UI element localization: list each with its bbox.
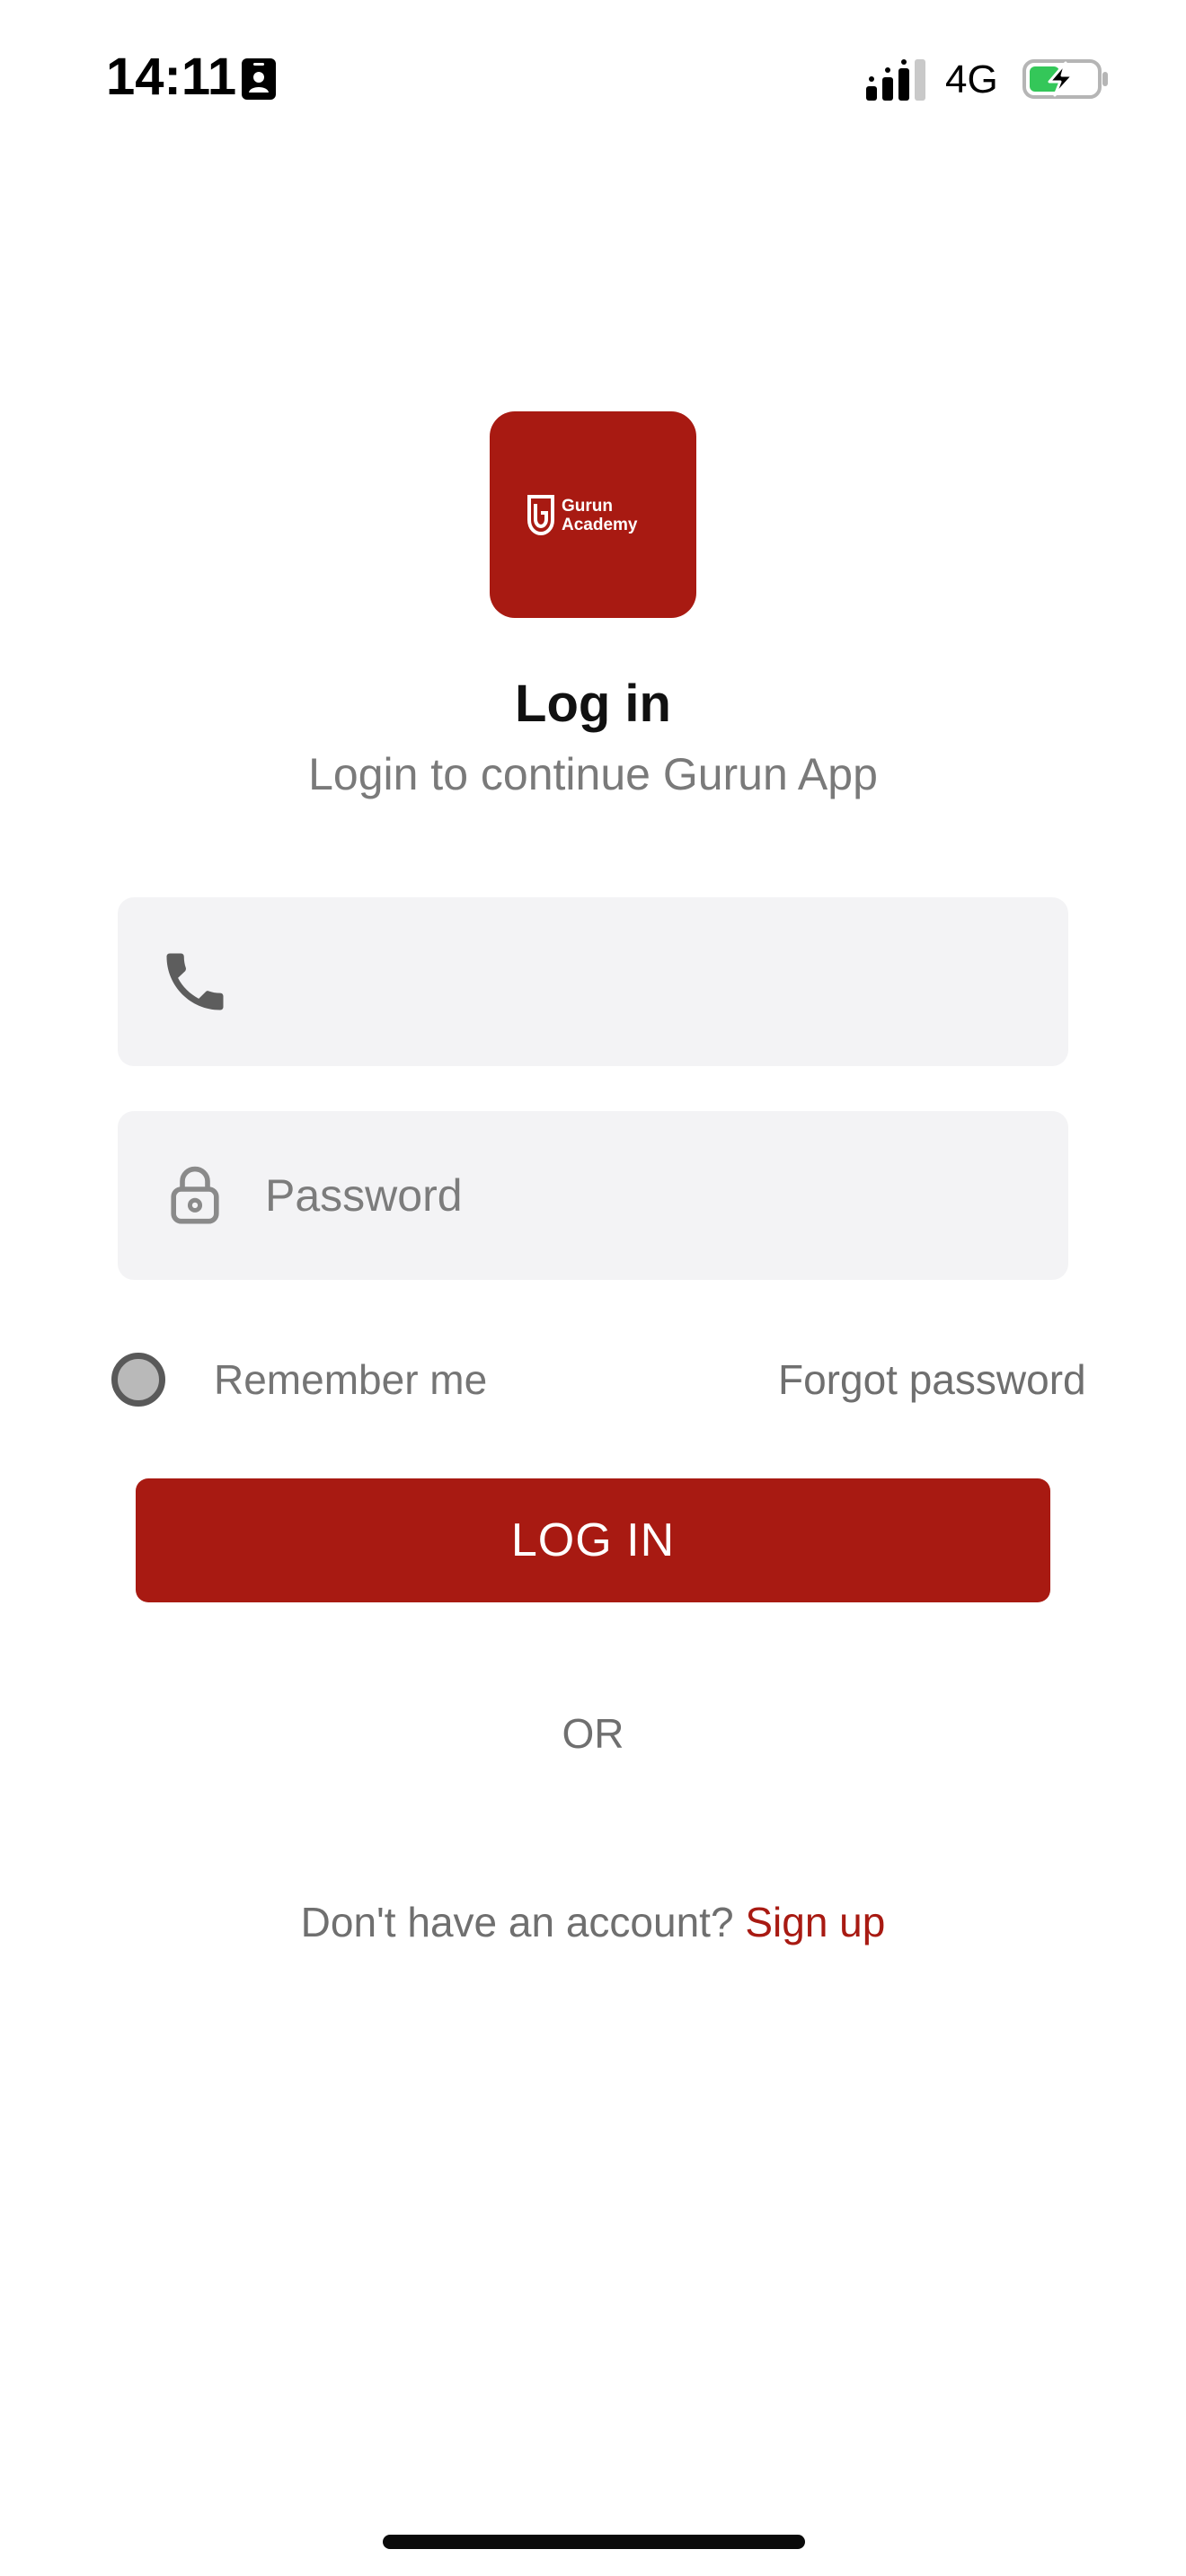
gurun-academy-logo: Gurun Academy — [527, 495, 638, 536]
battery-charging-icon — [1022, 59, 1108, 99]
logo-line1: Gurun — [562, 497, 613, 516]
page-subtitle: Login to continue Gurun App — [308, 749, 878, 799]
app-logo: Gurun Academy — [490, 411, 696, 618]
remember-me-radio[interactable] — [111, 1353, 165, 1407]
status-time: 14:11 — [106, 48, 237, 106]
phone-input[interactable] — [265, 897, 1038, 1066]
network-label: 4G — [945, 57, 998, 101]
login-button[interactable]: LOG IN — [136, 1478, 1050, 1602]
signup-row: Don't have an account? Sign up — [0, 1893, 1186, 1951]
phone-field[interactable] — [118, 897, 1068, 1066]
phone-icon — [166, 953, 224, 1010]
forgot-password-link[interactable]: Forgot password — [778, 1351, 1086, 1408]
password-field[interactable] — [118, 1111, 1068, 1280]
signup-prompt: Don't have an account? — [300, 1899, 746, 1945]
password-input[interactable] — [265, 1111, 1038, 1280]
or-divider: OR — [562, 1710, 624, 1757]
logo-line2: Academy — [562, 516, 638, 534]
remember-me-label[interactable]: Remember me — [214, 1351, 487, 1408]
home-indicator[interactable] — [383, 2535, 805, 2549]
signup-link[interactable]: Sign up — [745, 1899, 885, 1945]
id-card-icon — [242, 58, 276, 100]
signal-icon — [866, 59, 925, 101]
lock-icon — [171, 1166, 219, 1224]
page-title: Log in — [515, 675, 671, 733]
